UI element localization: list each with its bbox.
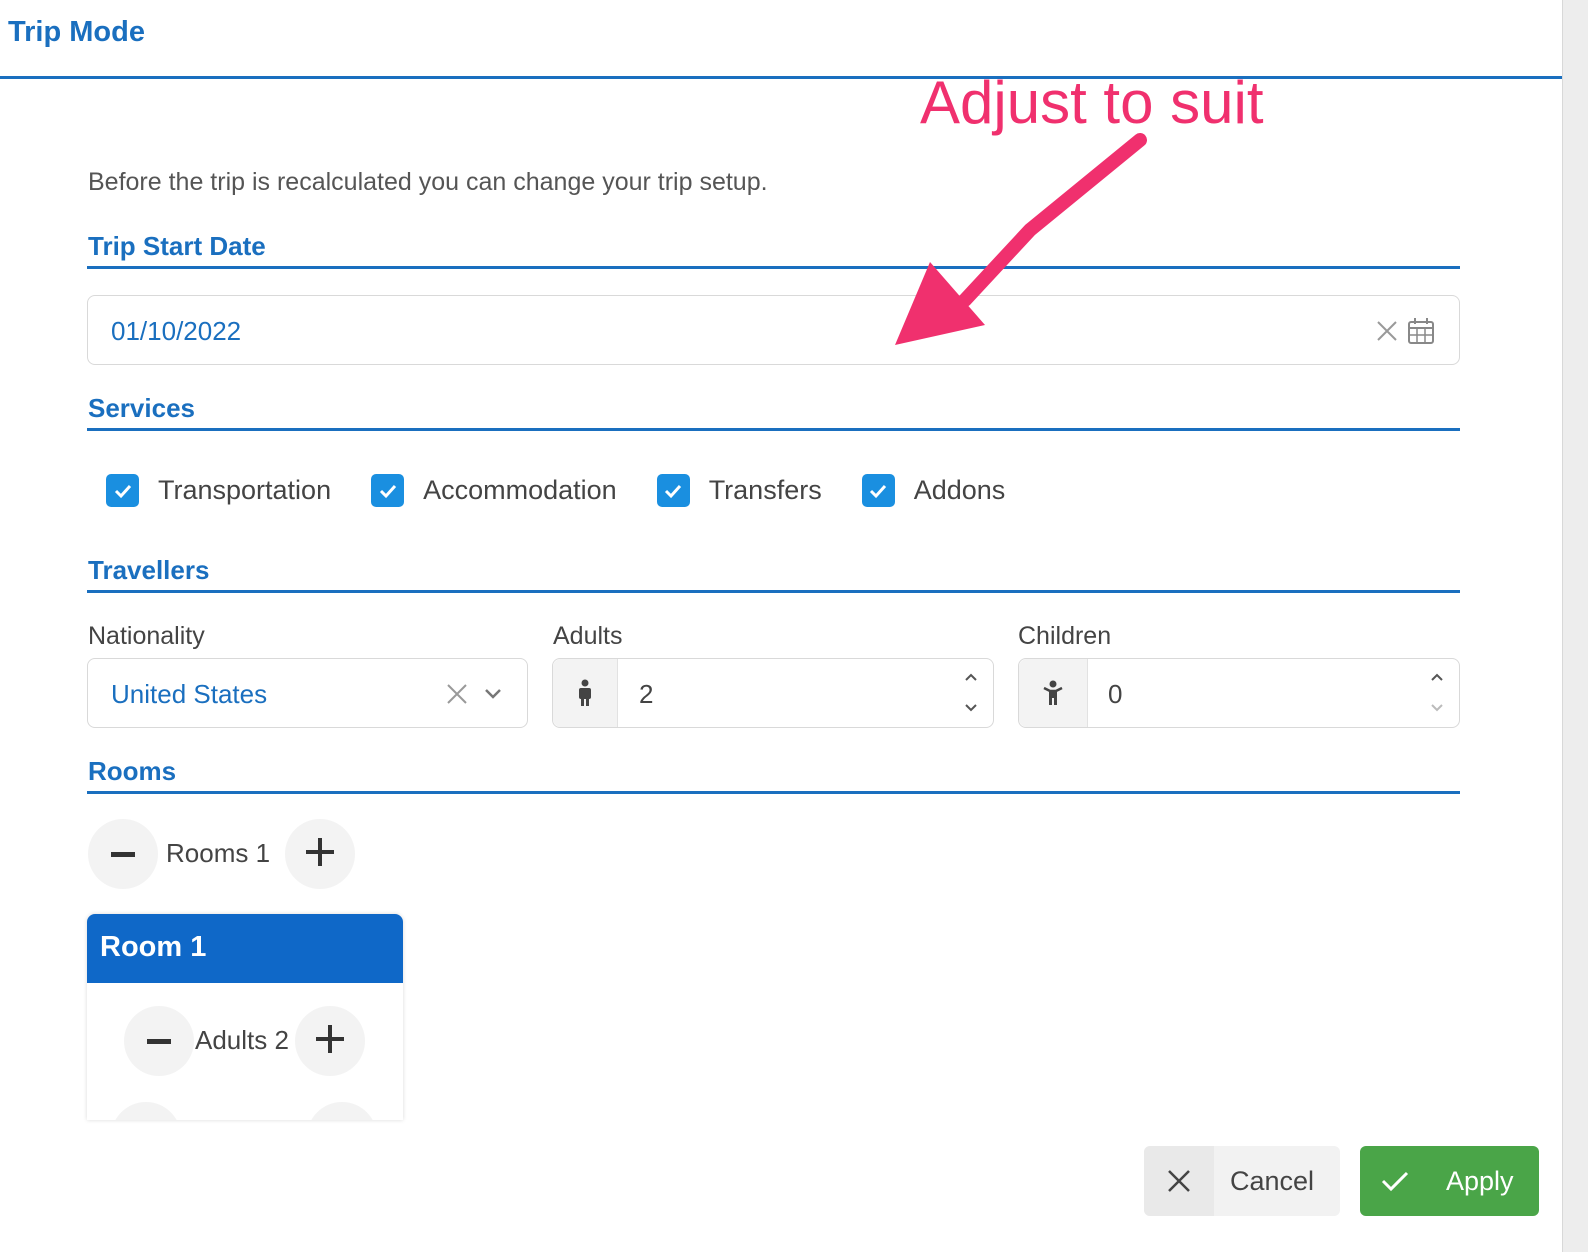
calendar-icon[interactable]: [1406, 316, 1436, 351]
children-value: 0: [1108, 679, 1123, 709]
section-title-rooms: Rooms: [88, 756, 177, 786]
annotation-text: Adjust to suit: [920, 69, 1264, 136]
adults-label: Adults: [553, 622, 623, 650]
cancel-label: Cancel: [1230, 1165, 1315, 1196]
rooms-counter: Rooms 1: [166, 838, 271, 868]
section-divider: [87, 266, 1460, 269]
close-icon: [1144, 1146, 1214, 1216]
minus-icon: [147, 1032, 171, 1050]
background-window-edge: [1562, 0, 1588, 1252]
adults-number-input[interactable]: 2: [552, 658, 994, 728]
chevron-down-icon[interactable]: [964, 699, 978, 717]
clear-x-icon[interactable]: [1376, 320, 1398, 347]
cancel-button[interactable]: Cancel: [1144, 1146, 1340, 1216]
service-checkbox-transfers[interactable]: Transfers: [656, 474, 822, 507]
intro-text: Before the trip is recalculated you can …: [88, 168, 768, 196]
section-divider: [87, 791, 1460, 794]
chevron-down-icon: [1430, 699, 1444, 717]
clear-x-icon[interactable]: [446, 683, 468, 710]
service-label: Addons: [913, 475, 1006, 505]
plus-icon: [306, 837, 334, 871]
children-label: Children: [1018, 622, 1112, 650]
checkbox-checked-icon[interactable]: [106, 474, 139, 507]
apply-button[interactable]: Apply: [1360, 1146, 1539, 1216]
trip-mode-dialog: Trip Mode Before the trip is recalculate…: [0, 0, 1562, 1252]
checkbox-checked-icon[interactable]: [656, 474, 690, 507]
room-children-decrement-button[interactable]: [111, 1102, 181, 1120]
title-divider: [0, 76, 1562, 79]
section-title-trip-start-date: Trip Start Date: [88, 231, 266, 261]
children-spinner[interactable]: [1429, 669, 1445, 717]
service-label: Transportation: [158, 475, 332, 505]
nationality-value: United States: [111, 679, 268, 709]
room-card-title: Room 1: [100, 931, 207, 963]
service-checkbox-accommodation[interactable]: Accommodation: [371, 474, 617, 507]
section-title-services: Services: [88, 393, 195, 423]
section-divider: [87, 428, 1460, 431]
adult-person-icon: [553, 659, 618, 727]
nationality-select[interactable]: United States: [87, 658, 528, 728]
service-checkbox-transportation[interactable]: Transportation: [106, 474, 331, 507]
checkbox-checked-icon[interactable]: [371, 474, 405, 507]
room-children-increment-button[interactable]: [307, 1102, 377, 1120]
room-adults-decrement-button[interactable]: [124, 1006, 194, 1076]
minus-icon: [111, 845, 135, 863]
dialog-title: Trip Mode: [8, 16, 145, 48]
service-checkbox-addons[interactable]: Addons: [861, 474, 1006, 507]
service-label: Accommodation: [423, 475, 617, 505]
nationality-label: Nationality: [88, 622, 205, 650]
rooms-decrement-button[interactable]: [88, 819, 158, 889]
adults-value: 2: [639, 679, 654, 709]
rooms-increment-button[interactable]: [285, 819, 355, 889]
section-divider: [87, 590, 1460, 593]
room-card: Room 1 Adults 2: [87, 914, 403, 1120]
trip-start-date-input[interactable]: 01/10/2022: [87, 295, 1460, 365]
adults-spinner[interactable]: [963, 669, 979, 717]
chevron-down-icon[interactable]: [484, 687, 502, 705]
check-icon: [1360, 1146, 1430, 1216]
section-title-travellers: Travellers: [88, 555, 210, 585]
room-adults-counter: Adults 2: [195, 1025, 289, 1055]
service-label: Transfers: [708, 475, 822, 505]
checkbox-checked-icon[interactable]: [861, 474, 895, 507]
plus-icon: [316, 1024, 344, 1058]
room-adults-increment-button[interactable]: [295, 1006, 365, 1076]
trip-start-date-value: 01/10/2022: [111, 316, 242, 346]
apply-label: Apply: [1446, 1165, 1514, 1196]
services-checkbox-row: Transportation Accommodation Transfers A…: [106, 474, 1045, 507]
room-card-header: Room 1: [87, 914, 403, 983]
chevron-up-icon[interactable]: [964, 669, 978, 687]
children-number-input[interactable]: 0: [1018, 658, 1460, 728]
chevron-up-icon[interactable]: [1430, 669, 1444, 687]
child-person-icon: [1019, 659, 1088, 727]
